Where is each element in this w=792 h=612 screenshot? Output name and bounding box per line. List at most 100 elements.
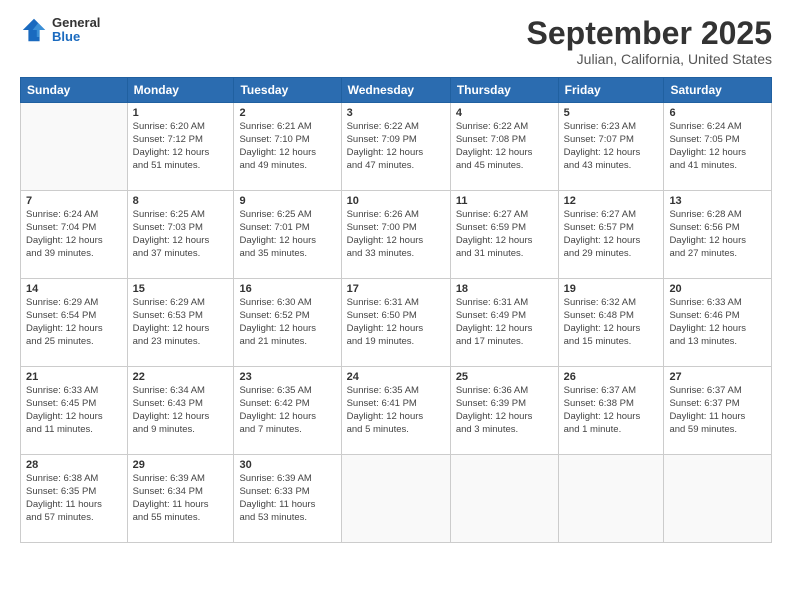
day-number: 26 [564,371,659,383]
col-saturday: Saturday [664,78,772,103]
day-info: Sunrise: 6:25 AM Sunset: 7:01 PM Dayligh… [239,209,335,260]
table-row: 25Sunrise: 6:36 AM Sunset: 6:39 PM Dayli… [450,367,558,455]
day-info: Sunrise: 6:38 AM Sunset: 6:35 PM Dayligh… [26,473,122,524]
col-friday: Friday [558,78,664,103]
table-row: 23Sunrise: 6:35 AM Sunset: 6:42 PM Dayli… [234,367,341,455]
table-row: 27 Sunrise: 6:37 AM Sunset: 6:37 PM Dayli… [664,367,772,455]
day-number: 21 [26,371,122,383]
day-info: Sunrise: 6:28 AM Sunset: 6:56 PM Dayligh… [669,209,766,260]
col-thursday: Thursday [450,78,558,103]
day-info: Sunrise: 6:23 AM Sunset: 7:07 PM Dayligh… [564,121,659,172]
day-info: Sunrise: 6:25 AM Sunset: 7:03 PM Dayligh… [133,209,229,260]
day-number: 9 [239,195,335,207]
table-row: 6 Sunrise: 6:24 AM Sunset: 7:05 PM Daylig… [664,103,772,191]
day-info: Sunrise: 6:22 AM Sunset: 7:08 PM Dayligh… [456,121,553,172]
table-row [341,455,450,543]
day-number: 18 [456,283,553,295]
day-info: Sunrise: 6:27 AM Sunset: 6:59 PM Dayligh… [456,209,553,260]
day-info: Sunrise: 6:24 AM Sunset: 7:05 PM Dayligh… [669,121,766,172]
table-row: 22 Sunrise: 6:34 AM Sunset: 6:43 PM Dayli… [127,367,234,455]
day-number: 17 [347,283,445,295]
day-number: 6 [669,107,766,119]
day-info: Sunrise: 6:22 AM Sunset: 7:09 PM Dayligh… [347,121,445,172]
day-number: 5 [564,107,659,119]
table-row [450,455,558,543]
table-row: 30 Sunrise: 6:39 AM Sunset: 6:33 PM Dayli… [234,455,341,543]
table-row: 20 Sunrise: 6:33 AM Sunset: 6:46 PM Dayli… [664,279,772,367]
day-info: Sunrise: 6:27 AM Sunset: 6:57 PM Dayligh… [564,209,659,260]
day-info: Sunrise: 6:29 AM Sunset: 6:53 PM Dayligh… [133,297,229,348]
col-tuesday: Tuesday [234,78,341,103]
header: General Blue September 2025 Julian, Cali… [20,16,772,67]
day-info: Sunrise: 6:31 AM Sunset: 6:50 PM Dayligh… [347,297,445,348]
table-row: 18 Sunrise: 6:31 AM Sunset: 6:49 PM Dayli… [450,279,558,367]
day-info: Sunrise: 6:39 AM Sunset: 6:33 PM Dayligh… [239,473,335,524]
table-row [558,455,664,543]
day-number: 13 [669,195,766,207]
table-row: 5 Sunrise: 6:23 AM Sunset: 7:07 PM Daylig… [558,103,664,191]
day-info: Sunrise: 6:31 AM Sunset: 6:49 PM Dayligh… [456,297,553,348]
day-info: Sunrise: 6:37 AM Sunset: 6:37 PM Dayligh… [669,385,766,436]
day-number: 30 [239,459,335,471]
table-row: 10 Sunrise: 6:26 AM Sunset: 7:00 PM Dayli… [341,191,450,279]
day-info: Sunrise: 6:35 AM Sunset: 6:41 PM Dayligh… [347,385,445,436]
col-sunday: Sunday [21,78,128,103]
day-number: 27 [669,371,766,383]
title-area: September 2025 Julian, California, Unite… [527,16,772,67]
calendar-row: 7 Sunrise: 6:24 AM Sunset: 7:04 PM Daylig… [21,191,772,279]
day-info: Sunrise: 6:35 AM Sunset: 6:42 PM Dayligh… [239,385,335,436]
table-row: 12 Sunrise: 6:27 AM Sunset: 6:57 PM Dayli… [558,191,664,279]
table-row: 21Sunrise: 6:33 AM Sunset: 6:45 PM Dayli… [21,367,128,455]
table-row: 13 Sunrise: 6:28 AM Sunset: 6:56 PM Dayli… [664,191,772,279]
table-row: 3 Sunrise: 6:22 AM Sunset: 7:09 PM Daylig… [341,103,450,191]
day-info: Sunrise: 6:20 AM Sunset: 7:12 PM Dayligh… [133,121,229,172]
logo-blue-text: Blue [52,30,100,44]
day-number: 29 [133,459,229,471]
table-row: 1Sunrise: 6:20 AM Sunset: 7:12 PM Daylig… [127,103,234,191]
table-row: 9 Sunrise: 6:25 AM Sunset: 7:01 PM Daylig… [234,191,341,279]
table-row: 17 Sunrise: 6:31 AM Sunset: 6:50 PM Dayli… [341,279,450,367]
day-number: 25 [456,371,553,383]
logo-text: General Blue [52,16,100,45]
table-row: 29Sunrise: 6:39 AM Sunset: 6:34 PM Dayli… [127,455,234,543]
logo-icon [20,16,48,44]
day-info: Sunrise: 6:33 AM Sunset: 6:46 PM Dayligh… [669,297,766,348]
day-number: 3 [347,107,445,119]
day-info: Sunrise: 6:37 AM Sunset: 6:38 PM Dayligh… [564,385,659,436]
day-info: Sunrise: 6:26 AM Sunset: 7:00 PM Dayligh… [347,209,445,260]
calendar-header-row: Sunday Monday Tuesday Wednesday Thursday… [21,78,772,103]
day-number: 14 [26,283,122,295]
table-row: 8 Sunrise: 6:25 AM Sunset: 7:03 PM Daylig… [127,191,234,279]
day-number: 10 [347,195,445,207]
day-number: 20 [669,283,766,295]
day-number: 12 [564,195,659,207]
col-wednesday: Wednesday [341,78,450,103]
day-number: 2 [239,107,335,119]
day-info: Sunrise: 6:30 AM Sunset: 6:52 PM Dayligh… [239,297,335,348]
table-row: 26 Sunrise: 6:37 AM Sunset: 6:38 PM Dayli… [558,367,664,455]
location: Julian, California, United States [527,51,772,67]
day-info: Sunrise: 6:32 AM Sunset: 6:48 PM Dayligh… [564,297,659,348]
day-number: 11 [456,195,553,207]
day-info: Sunrise: 6:21 AM Sunset: 7:10 PM Dayligh… [239,121,335,172]
day-number: 28 [26,459,122,471]
day-number: 22 [133,371,229,383]
calendar-row: 14 Sunrise: 6:29 AM Sunset: 6:54 PM Dayli… [21,279,772,367]
logo: General Blue [20,16,100,45]
table-row [21,103,128,191]
day-info: Sunrise: 6:29 AM Sunset: 6:54 PM Dayligh… [26,297,122,348]
table-row: 28 Sunrise: 6:38 AM Sunset: 6:35 PM Dayli… [21,455,128,543]
table-row: 19Sunrise: 6:32 AM Sunset: 6:48 PM Dayli… [558,279,664,367]
calendar-row: 28 Sunrise: 6:38 AM Sunset: 6:35 PM Dayli… [21,455,772,543]
day-number: 7 [26,195,122,207]
table-row: 14 Sunrise: 6:29 AM Sunset: 6:54 PM Dayli… [21,279,128,367]
day-info: Sunrise: 6:34 AM Sunset: 6:43 PM Dayligh… [133,385,229,436]
table-row [664,455,772,543]
day-number: 8 [133,195,229,207]
table-row: 11 Sunrise: 6:27 AM Sunset: 6:59 PM Dayli… [450,191,558,279]
day-number: 4 [456,107,553,119]
table-row: 15Sunrise: 6:29 AM Sunset: 6:53 PM Dayli… [127,279,234,367]
day-info: Sunrise: 6:24 AM Sunset: 7:04 PM Dayligh… [26,209,122,260]
day-number: 16 [239,283,335,295]
calendar: Sunday Monday Tuesday Wednesday Thursday… [20,77,772,543]
